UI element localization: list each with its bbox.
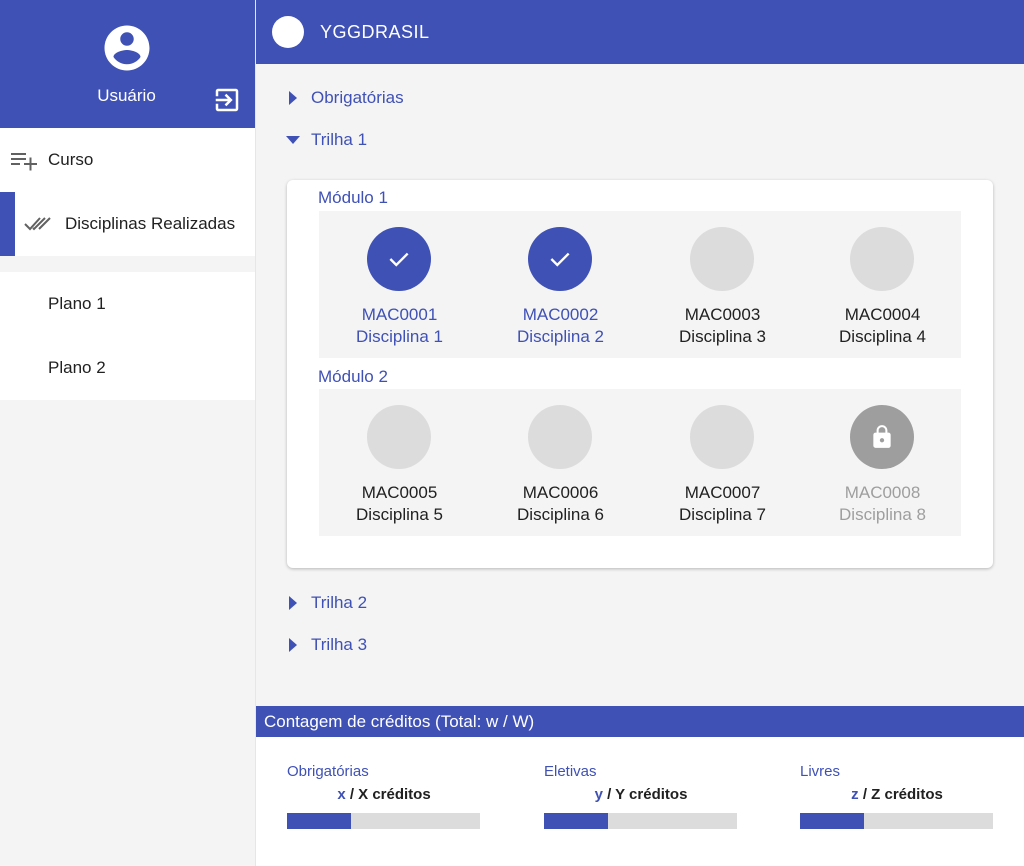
credits-progress-bar <box>544 813 737 829</box>
discipline-code: MAC0004 <box>844 305 921 324</box>
sidebar-nav: Curso Disciplinas Realizadas <box>0 128 255 256</box>
arrow-right-icon <box>289 596 297 610</box>
account-circle-icon <box>104 25 150 71</box>
discipline-name: Disciplina 3 <box>679 327 766 346</box>
trilha-card: Módulo 1 MAC0001 Disciplina 1 MAC0002 Di… <box>287 180 993 568</box>
tree-item-obrigatorias[interactable]: Obrigatórias <box>286 88 404 108</box>
credits-header: Contagem de créditos (Total: w / W) <box>256 706 1024 737</box>
discipline-mac0004[interactable]: MAC0004 Disciplina 4 <box>802 211 963 358</box>
credits-total: / X créditos <box>345 786 431 803</box>
plans-list: Plano 1 Plano 2 <box>0 272 255 400</box>
sidebar-item-disciplinas-realizadas[interactable]: Disciplinas Realizadas <box>0 192 255 256</box>
discipline-code: MAC0002 <box>522 305 599 324</box>
discipline-code: MAC0005 <box>361 483 438 502</box>
main-content: Obrigatórias Trilha 1 Módulo 1 MAC0001 D… <box>256 64 1024 706</box>
credits-value: z <box>851 786 859 803</box>
credits-eletivas: Eletivas y / Y créditos <box>544 763 738 829</box>
credits-progress-bar <box>287 813 480 829</box>
tree-item-label: Trilha 2 <box>311 593 368 612</box>
discipline-code: MAC0003 <box>684 305 761 324</box>
discipline-name: Disciplina 7 <box>679 505 766 524</box>
tree-item-trilha-2[interactable]: Trilha 2 <box>286 593 367 613</box>
tree-item-label: Obrigatórias <box>311 88 404 107</box>
sidebar-header: Usuário <box>0 0 255 128</box>
arrow-right-icon <box>289 638 297 652</box>
check-icon <box>550 252 570 267</box>
module-box: MAC0005 Disciplina 5 MAC0006 Disciplina … <box>319 389 961 536</box>
discipline-code: MAC0001 <box>361 305 438 324</box>
tree-item-trilha-3[interactable]: Trilha 3 <box>286 635 367 655</box>
app-title: YGGDRASIL <box>320 22 430 42</box>
app-bar: YGGDRASIL <box>256 0 1024 64</box>
credits-progress-fill <box>287 813 351 829</box>
sidebar: Usuário Curso Disciplinas Realizadas Pla… <box>0 0 256 866</box>
sidebar-item-label: Disciplinas Realizadas <box>65 214 236 233</box>
discipline-name: Disciplina 5 <box>356 505 443 524</box>
discipline-mac0002[interactable]: MAC0002 Disciplina 2 <box>480 211 641 358</box>
app-logo <box>272 16 304 48</box>
credits-progress-fill <box>544 813 608 829</box>
credits-label: Eletivas <box>544 763 597 780</box>
discipline-name: Disciplina 6 <box>517 505 604 524</box>
tree-item-label: Trilha 3 <box>311 635 368 654</box>
credits-label: Obrigatórias <box>287 763 369 780</box>
credits-value: x <box>337 786 346 803</box>
discipline-name: Disciplina 1 <box>356 327 443 346</box>
credits-total: / Y créditos <box>602 786 688 803</box>
credits-value: y <box>594 786 603 803</box>
sidebar-item-plano-1[interactable]: Plano 1 <box>0 272 255 336</box>
discipline-mac0007[interactable]: MAC0007 Disciplina 7 <box>642 389 803 536</box>
discipline-code: MAC0006 <box>522 483 599 502</box>
credits-panel: Contagem de créditos (Total: w / W) Obri… <box>256 706 1024 866</box>
sidebar-item-plano-2[interactable]: Plano 2 <box>0 336 255 400</box>
logout-icon[interactable] <box>212 85 242 115</box>
credits-obrigatorias: Obrigatórias x / X créditos <box>287 763 481 829</box>
module-title: Módulo 2 <box>318 367 388 386</box>
module-title: Módulo 1 <box>318 188 388 207</box>
discipline-name: Disciplina 2 <box>517 327 604 346</box>
lock-icon <box>873 425 891 448</box>
discipline-code: MAC0008 <box>844 483 921 502</box>
done-all-icon <box>24 217 51 231</box>
discipline-mac0008[interactable]: MAC0008 Disciplina 8 <box>802 389 963 536</box>
arrow-down-icon <box>286 136 300 144</box>
playlist-add-icon <box>11 153 37 171</box>
discipline-mac0003[interactable]: MAC0003 Disciplina 3 <box>642 211 803 358</box>
module-box: MAC0001 Disciplina 1 MAC0002 Disciplina … <box>319 211 961 358</box>
credits-progress-fill <box>800 813 864 829</box>
tree-item-trilha-1[interactable]: Trilha 1 <box>286 130 367 150</box>
credits-progress-bar <box>800 813 993 829</box>
sidebar-item-label: Curso <box>48 150 94 169</box>
discipline-name: Disciplina 4 <box>839 327 926 346</box>
discipline-mac0001[interactable]: MAC0001 Disciplina 1 <box>319 211 480 358</box>
credits-label: Livres <box>800 763 841 780</box>
discipline-code: MAC0007 <box>684 483 761 502</box>
discipline-name: Disciplina 8 <box>839 505 926 524</box>
discipline-mac0005[interactable]: MAC0005 Disciplina 5 <box>319 389 480 536</box>
discipline-mac0006[interactable]: MAC0006 Disciplina 6 <box>480 389 641 536</box>
credits-livres: Livres z / Z créditos <box>800 763 994 829</box>
arrow-right-icon <box>289 91 297 105</box>
sidebar-item-curso[interactable]: Curso <box>0 128 255 192</box>
check-icon <box>389 252 409 267</box>
credits-total: / Z créditos <box>858 786 943 803</box>
tree-item-label: Trilha 1 <box>311 130 368 149</box>
